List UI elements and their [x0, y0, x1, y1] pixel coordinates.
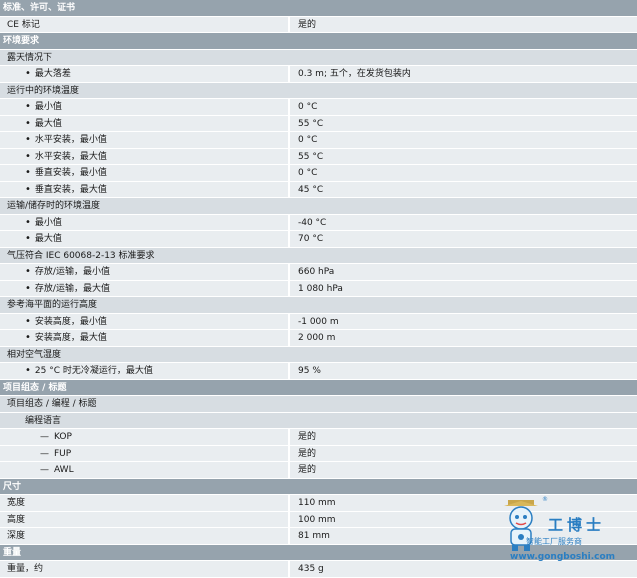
subheader-transport-temp: 运输/储存时的环境温度 — [0, 198, 637, 215]
spec-row-depth: 深度 81 mm — [0, 528, 637, 545]
spec-row-lang-fup: FUP 是的 — [0, 445, 637, 462]
subheader-title: 露天情况下 — [7, 52, 53, 63]
spec-row-altitude-max: 安装高度，最大值 2 000 m — [0, 330, 637, 347]
spec-value: -1 000 m — [288, 313, 637, 329]
section-title: 尺寸 — [3, 481, 22, 492]
subheader-outdoor: 露天情况下 — [0, 49, 637, 66]
spec-row-op-temp-horiz-min: 水平安装，最小值 0 °C — [0, 132, 637, 149]
spec-label: 垂直安装，最小值 — [0, 165, 288, 181]
spec-label: 重量，约 — [7, 564, 44, 574]
subheader-title: 参考海平面的运行高度 — [7, 300, 98, 310]
spec-row-height: 高度 100 mm — [0, 511, 637, 528]
spec-label: AWL — [0, 462, 288, 478]
spec-row-weight: 重量，约 435 g — [0, 561, 637, 578]
spec-label: 水平安装，最大值 — [0, 149, 288, 165]
subheader-title: 气压符合 IEC 60068-2-13 标准要求 — [7, 250, 155, 261]
spec-table: 标准、许可、证书 CE 标记 是的 环境要求 露天情况下 最大落差 0.3 m;… — [0, 0, 637, 578]
spec-label: 宽度 — [7, 498, 26, 508]
subheader-title: 运输/储存时的环境温度 — [7, 201, 101, 211]
spec-label: 垂直安装，最大值 — [0, 182, 288, 198]
spec-row-width: 宽度 110 mm — [0, 495, 637, 512]
spec-row-lang-awl: AWL 是的 — [0, 462, 637, 479]
spec-value: 2 000 m — [288, 330, 637, 346]
subheader-title: 运行中的环境温度 — [7, 85, 80, 96]
subheader-programming: 项目组态 / 编程 / 标题 — [0, 396, 637, 413]
spec-value: 45 °C — [288, 181, 637, 197]
spec-value: 55 °C — [288, 115, 637, 131]
subheader-programming-language: 编程语言 — [0, 412, 637, 429]
spec-value: 0 °C — [288, 165, 637, 181]
section-title: 环境要求 — [3, 36, 40, 46]
spec-row-op-temp-horiz-max: 水平安装，最大值 55 °C — [0, 148, 637, 165]
spec-label: 25 °C 时无冷凝运行，最大值 — [0, 363, 288, 379]
spec-row-max-drop: 最大落差 0.3 m; 五个，在发货包装内 — [0, 66, 637, 83]
spec-value: 0 °C — [288, 132, 637, 148]
spec-label: KOP — [0, 429, 288, 445]
spec-row-op-temp-vert-max: 垂直安装，最大值 45 °C — [0, 181, 637, 198]
spec-value: 是的 — [288, 462, 637, 478]
subheader-title: 相对空气湿度 — [7, 349, 62, 360]
spec-label: CE 标记 — [7, 19, 40, 30]
spec-label: 深度 — [7, 531, 26, 541]
section-header-dimensions: 尺寸 — [0, 478, 637, 495]
spec-row-transport-temp-max: 最大值 70 °C — [0, 231, 637, 248]
spec-label: 最小值 — [0, 99, 288, 115]
spec-label: 水平安装，最小值 — [0, 132, 288, 148]
spec-row-lang-kop: KOP 是的 — [0, 429, 637, 446]
spec-value: 81 mm — [288, 528, 637, 544]
subheader-air-pressure: 气压符合 IEC 60068-2-13 标准要求 — [0, 247, 637, 264]
spec-value: 435 g — [288, 561, 637, 577]
section-header-project: 项目组态 / 标题 — [0, 379, 637, 396]
spec-value: 95 % — [288, 363, 637, 379]
spec-row-altitude-min: 安装高度，最小值 -1 000 m — [0, 313, 637, 330]
spec-value: 70 °C — [288, 231, 637, 247]
spec-label: 安装高度，最大值 — [0, 330, 288, 346]
spec-label: 高度 — [7, 514, 26, 525]
spec-label: FUP — [0, 446, 288, 462]
section-header-weight: 重量 — [0, 544, 637, 561]
spec-value: 100 mm — [288, 511, 637, 527]
subheader-altitude: 参考海平面的运行高度 — [0, 297, 637, 314]
subheader-humidity: 相对空气湿度 — [0, 346, 637, 363]
section-header-standards: 标准、许可、证书 — [0, 0, 637, 17]
spec-value: 660 hPa — [288, 264, 637, 280]
spec-label: 最大落差 — [0, 66, 288, 82]
section-header-environment: 环境要求 — [0, 33, 637, 50]
section-title: 标准、许可、证书 — [3, 3, 76, 13]
spec-row-humidity-max: 25 °C 时无冷凝运行，最大值 95 % — [0, 363, 637, 380]
section-title: 重量 — [3, 547, 22, 558]
spec-value: 110 mm — [288, 495, 637, 511]
spec-value: 是的 — [288, 445, 637, 461]
spec-label: 安装高度，最小值 — [0, 314, 288, 330]
spec-row-transport-temp-min: 最小值 -40 °C — [0, 214, 637, 231]
spec-row-pressure-min: 存放/运输，最小值 660 hPa — [0, 264, 637, 281]
spec-label: 存放/运输，最大值 — [0, 281, 288, 297]
subheader-title: 编程语言 — [25, 415, 62, 426]
section-title: 项目组态 / 标题 — [3, 382, 67, 393]
spec-value: 0 °C — [288, 99, 637, 115]
spec-value: 是的 — [288, 16, 637, 32]
spec-label: 最大值 — [0, 231, 288, 247]
spec-label: 最大值 — [0, 116, 288, 132]
spec-row-ce-mark: CE 标记 是的 — [0, 16, 637, 33]
spec-value: -40 °C — [288, 214, 637, 230]
spec-label: 存放/运输，最小值 — [0, 264, 288, 280]
subheader-operating-temp: 运行中的环境温度 — [0, 82, 637, 99]
spec-label: 最小值 — [0, 215, 288, 231]
spec-row-op-temp-max: 最大值 55 °C — [0, 115, 637, 132]
spec-value: 55 °C — [288, 148, 637, 164]
subheader-title: 项目组态 / 编程 / 标题 — [7, 399, 97, 409]
spec-row-op-temp-vert-min: 垂直安装，最小值 0 °C — [0, 165, 637, 182]
spec-value: 1 080 hPa — [288, 280, 637, 296]
spec-row-op-temp-min: 最小值 0 °C — [0, 99, 637, 116]
spec-row-pressure-max: 存放/运输，最大值 1 080 hPa — [0, 280, 637, 297]
spec-value: 0.3 m; 五个，在发货包装内 — [288, 66, 637, 82]
spec-value: 是的 — [288, 429, 637, 445]
